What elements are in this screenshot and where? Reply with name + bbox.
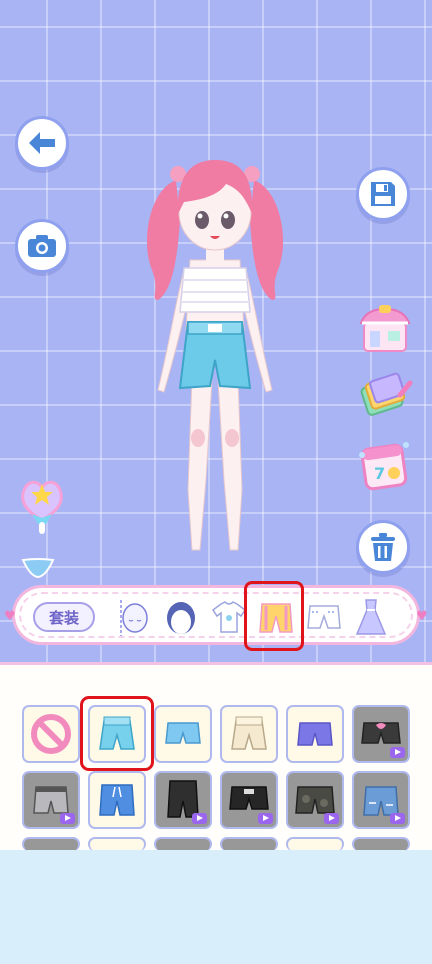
magic-wand-icon: [21, 480, 63, 534]
item-blue-drawstring-shorts[interactable]: [88, 771, 146, 829]
trash-button[interactable]: [356, 520, 410, 574]
item-purple-shorts[interactable]: [286, 705, 344, 763]
video-unlock-icon: [390, 747, 405, 758]
back-arrow-icon: [29, 132, 55, 154]
video-unlock-icon: [258, 813, 273, 824]
shorts-icon: [165, 722, 201, 744]
floppy-disk-icon: [371, 182, 395, 206]
calendar-button[interactable]: 7: [356, 437, 410, 491]
item-light-blue-denim-shorts[interactable]: [154, 705, 212, 763]
svg-text:7: 7: [374, 464, 385, 483]
heart-decoration-right: ♥: [416, 609, 428, 624]
pants-icon[interactable]: [304, 596, 344, 638]
magic-wand-button[interactable]: [14, 470, 68, 536]
camera-button[interactable]: [15, 219, 69, 273]
item-grid-panel: [0, 662, 432, 851]
face-icon[interactable]: [111, 596, 151, 638]
item-partial-6[interactable]: [352, 837, 410, 851]
sticker-book-button[interactable]: [358, 367, 413, 421]
item-black-shorts-locked[interactable]: [352, 705, 410, 763]
video-unlock-icon: [192, 813, 207, 824]
selected-tab-highlight: [244, 581, 304, 651]
item-black-cargo-shorts-locked[interactable]: [154, 771, 212, 829]
item-gray-shorts-locked[interactable]: [22, 771, 80, 829]
trash-icon: [371, 533, 395, 561]
tshirt-icon[interactable]: [209, 596, 249, 638]
video-unlock-icon: [60, 813, 75, 824]
heart-decoration-left: ♥: [4, 609, 16, 624]
shorts-icon: [99, 784, 135, 816]
calendar-icon: 7: [359, 442, 409, 491]
character-stage: 7 套装 ♥ ♥: [0, 0, 432, 662]
item-partial-4[interactable]: [220, 837, 278, 851]
dress-icon[interactable]: [351, 596, 391, 638]
item-black-shorts-locked-2[interactable]: [220, 771, 278, 829]
item-camo-shorts-locked[interactable]: [286, 771, 344, 829]
item-none[interactable]: [22, 705, 80, 763]
item-partial-3[interactable]: [154, 837, 212, 851]
shop-button[interactable]: [358, 303, 412, 357]
hair-icon[interactable]: [161, 596, 201, 638]
back-button[interactable]: [15, 116, 69, 170]
category-tab-bar: 套装: [12, 585, 420, 645]
video-unlock-icon: [390, 813, 405, 824]
item-partial-2[interactable]: [88, 837, 146, 851]
selected-item-highlight: [80, 696, 154, 771]
shorts-icon: [297, 722, 333, 746]
character-avatar: [146, 160, 284, 551]
collapse-panel-button[interactable]: [20, 556, 56, 580]
item-partial-5[interactable]: [286, 837, 344, 851]
preset-outfit-button[interactable]: 套装: [33, 602, 95, 632]
camera-icon: [28, 235, 56, 257]
save-button[interactable]: [356, 167, 410, 221]
shorts-icon: [231, 716, 267, 750]
shop-icon: [359, 305, 411, 352]
chevron-down-icon: [21, 558, 55, 579]
sticker-book-icon: [360, 372, 413, 416]
bottom-area: [0, 850, 432, 964]
video-unlock-icon: [324, 813, 339, 824]
item-ripped-denim-shorts-locked[interactable]: [352, 771, 410, 829]
item-cream-paperbag-shorts[interactable]: [220, 705, 278, 763]
no-item-icon: [31, 714, 71, 754]
item-partial-1[interactable]: [22, 837, 80, 851]
